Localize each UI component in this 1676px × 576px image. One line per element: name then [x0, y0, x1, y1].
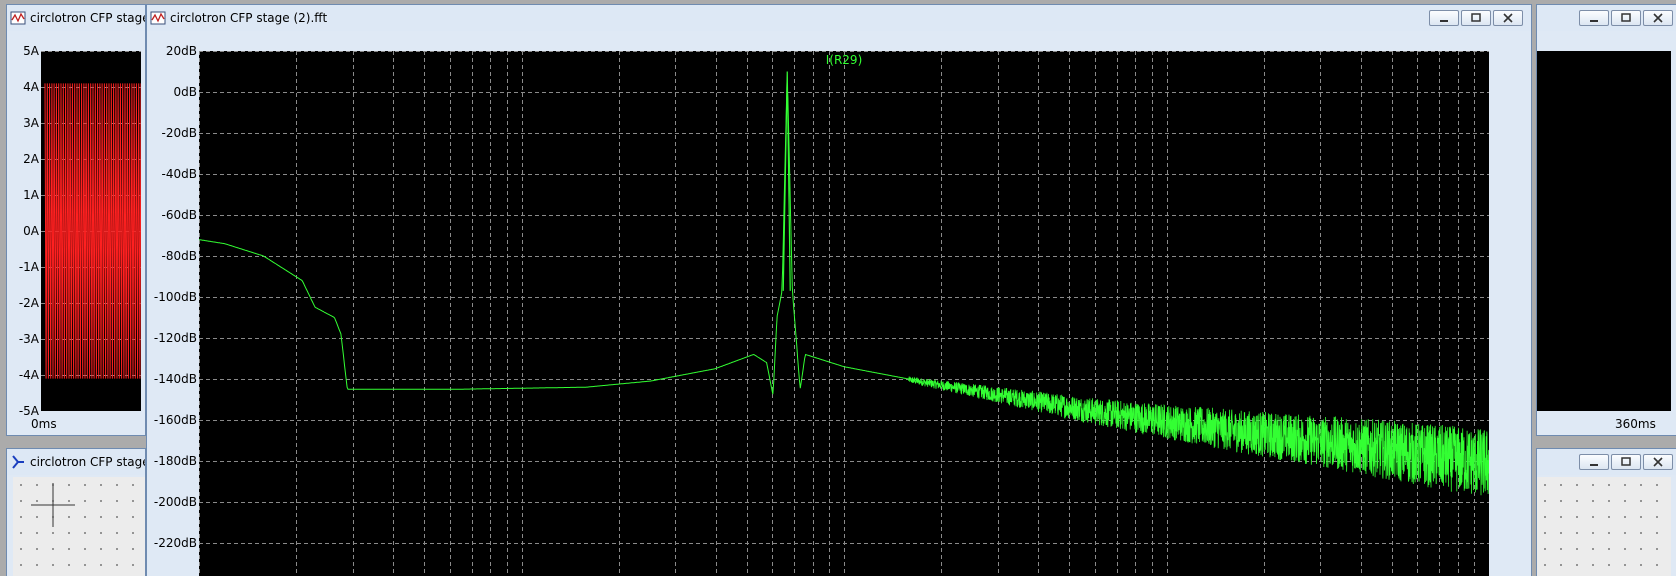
waveform-left-y-tick-label: -3A: [18, 332, 39, 346]
waveform-left-y-tick-label: -2A: [18, 296, 39, 310]
fft-trace-baseline: [198, 81, 909, 395]
waveform-left-y-tick-label: 0A: [23, 224, 39, 238]
close-button[interactable]: [1493, 10, 1523, 26]
waveform-trace-left: [41, 51, 142, 412]
waveform-window-right-titlebar[interactable]: [1537, 5, 1676, 31]
close-button[interactable]: [1643, 10, 1673, 26]
fft-y-tick-label: -20dB: [161, 126, 197, 140]
schematic-window-icon: [12, 455, 24, 469]
fft-y-tick-label: -40dB: [161, 167, 197, 181]
crosshair-cursor-icon: [31, 483, 75, 527]
waveform-left-y-tick-label: -4A: [18, 368, 39, 382]
fft-y-tick-label: -160dB: [153, 413, 197, 427]
fft-y-tick-label: -140dB: [153, 372, 197, 386]
minimize-icon: [1590, 20, 1598, 22]
waveform-window-right-controls: [1579, 10, 1673, 26]
waveform-left-y-tick-label: -1A: [18, 260, 39, 274]
fft-chart: I(R29): [198, 51, 1490, 576]
plot-window-icon: [150, 11, 166, 25]
waveform-plot-right[interactable]: [1537, 51, 1671, 411]
waveform-window-left-title: circlotron CFP stage: [30, 11, 146, 25]
minimize-button[interactable]: [1429, 10, 1459, 26]
fft-plot[interactable]: I(R29): [198, 51, 1490, 576]
restore-icon: [1621, 13, 1631, 22]
fft-y-tick-label: 0dB: [173, 85, 197, 99]
schematic-canvas-right[interactable]: [1537, 477, 1671, 576]
waveform-window-left-titlebar[interactable]: circlotron CFP stage: [7, 5, 145, 31]
waveform-window-right[interactable]: 360ms: [1536, 4, 1676, 436]
waveform-right-x-end: 360ms: [1615, 417, 1656, 431]
minimize-icon: [1440, 20, 1448, 22]
close-icon: [1503, 13, 1513, 23]
fft-trace-noise: [908, 376, 1490, 496]
waveform-left-y-tick-label: 4A: [23, 80, 39, 94]
close-button[interactable]: [1643, 454, 1673, 470]
fft-window[interactable]: circlotron CFP stage (2).fft 20dB 0dB -20d…: [146, 4, 1532, 576]
waveform-left-y-tick-label: 5A: [23, 44, 39, 58]
schematic-window-right-titlebar[interactable]: [1537, 449, 1676, 475]
waveform-left-y-tick-label: -5A: [18, 404, 39, 418]
waveform-left-y-tick-label: 2A: [23, 152, 39, 166]
restore-icon: [1621, 457, 1631, 466]
schematic-window-left-title: circlotron CFP stage: [30, 455, 146, 469]
restore-icon: [1471, 13, 1481, 22]
waveform-left-x-start: 0ms: [31, 417, 57, 431]
fft-y-tick-label: 20dB: [165, 44, 197, 58]
waveform-plot-left[interactable]: [41, 51, 142, 412]
minimize-button[interactable]: [1579, 454, 1609, 470]
schematic-window-left-titlebar[interactable]: circlotron CFP stage: [7, 449, 145, 475]
close-icon: [1653, 457, 1663, 467]
waveform-window-left[interactable]: circlotron CFP stage 5A 4A 3A 2A 1A 0A -1A -2A -…: [6, 4, 146, 436]
restore-button[interactable]: [1461, 10, 1491, 26]
minimize-button[interactable]: [1579, 10, 1609, 26]
restore-button[interactable]: [1611, 10, 1641, 26]
fft-window-controls: [1429, 10, 1523, 26]
schematic-canvas-left[interactable]: [13, 477, 145, 576]
schematic-window-left[interactable]: circlotron CFP stage: [6, 448, 146, 576]
fft-y-tick-label: -220dB: [153, 536, 197, 550]
fft-grid-vertical: [199, 51, 1475, 576]
plot-window-icon: [10, 11, 26, 25]
fft-window-title: circlotron CFP stage (2).fft: [170, 11, 328, 25]
fft-trace-label: I(R29): [826, 53, 863, 67]
schematic-window-right[interactable]: [1536, 448, 1676, 576]
minimize-icon: [1590, 464, 1598, 466]
fft-y-tick-label: -80dB: [161, 249, 197, 263]
schematic-window-right-controls: [1579, 454, 1673, 470]
fft-y-tick-label: -180dB: [153, 454, 197, 468]
fft-y-tick-label: -60dB: [161, 208, 197, 222]
fft-y-tick-label: -120dB: [153, 331, 197, 345]
fft-y-tick-label: -200dB: [153, 495, 197, 509]
waveform-left-y-tick-label: 1A: [23, 188, 39, 202]
close-icon: [1653, 13, 1663, 23]
waveform-left-y-tick-label: 3A: [23, 116, 39, 130]
fft-y-tick-label: -100dB: [153, 290, 197, 304]
fft-window-titlebar[interactable]: circlotron CFP stage (2).fft: [147, 5, 1531, 31]
desktop: circlotron CFP stage 5A 4A 3A 2A 1A 0A -1A -2A -…: [0, 0, 1676, 576]
restore-button[interactable]: [1611, 454, 1641, 470]
